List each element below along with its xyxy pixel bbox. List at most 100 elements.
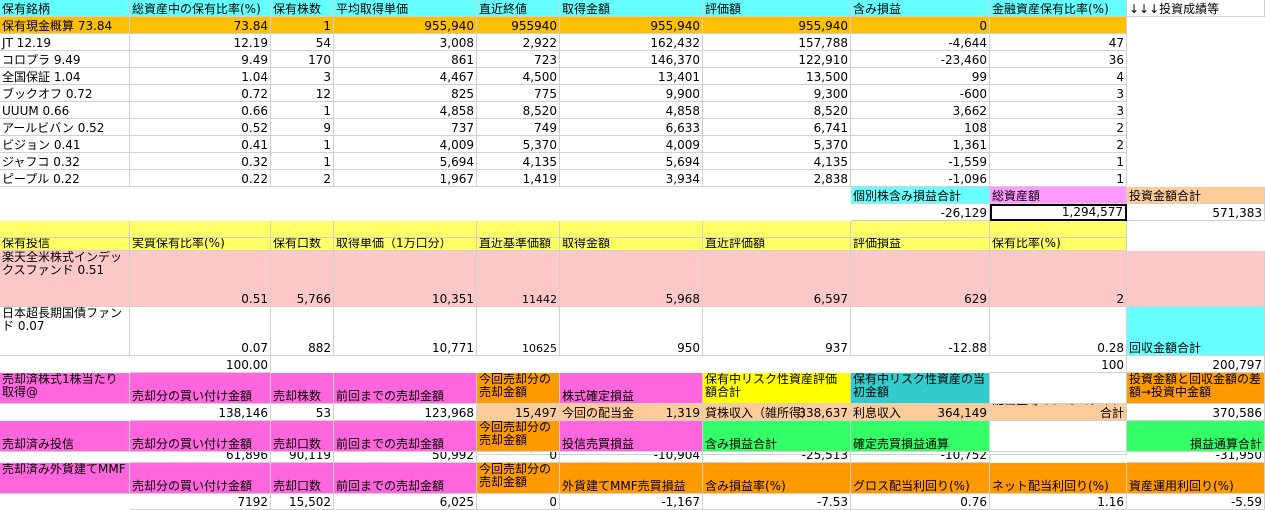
cell[interactable]: 前回までの売却金額 <box>334 373 477 404</box>
cell[interactable]: -600 <box>851 85 990 102</box>
cell[interactable]: 保有中リスク性資産評価額合計 <box>703 373 851 404</box>
cell[interactable] <box>271 221 334 238</box>
cell[interactable]: -26,129 <box>851 204 990 221</box>
cell[interactable]: 99 <box>851 68 990 85</box>
cell[interactable]: 保有銘柄 <box>0 0 130 17</box>
cell[interactable]: 0.52 <box>130 119 271 136</box>
cell[interactable]: 1 <box>271 102 334 119</box>
cell[interactable]: ジャフコ 0.32 <box>0 153 130 170</box>
cell[interactable]: 株式確定損益 <box>560 373 703 404</box>
cell[interactable]: -7.53 <box>703 494 851 510</box>
cell[interactable]: 53 <box>271 404 334 421</box>
cell[interactable]: 50,992 <box>334 452 477 463</box>
cell[interactable]: 5,694 <box>560 153 703 170</box>
cell[interactable]: 4,858 <box>560 102 703 119</box>
cell[interactable]: 0.72 <box>130 85 271 102</box>
cell[interactable]: 楽天全米株式インデックスファンド 0.51 <box>0 251 130 307</box>
cell[interactable]: 0.22 <box>130 170 271 187</box>
cell[interactable]: 1 <box>271 136 334 153</box>
cell[interactable]: 平均取得単価 <box>334 0 477 17</box>
cell[interactable]: 13,401 <box>560 68 703 85</box>
cell[interactable]: 0.07 <box>130 307 271 356</box>
cell[interactable]: 2 <box>990 136 1127 153</box>
cell[interactable]: 投信売買損益 <box>560 421 703 452</box>
cell[interactable]: 370,586 <box>1127 404 1265 421</box>
cell[interactable]: 前回までの売却金額 <box>334 421 477 452</box>
cell[interactable]: 146,370 <box>560 51 703 68</box>
cell[interactable]: 売却分の買い付け金額 <box>130 463 271 494</box>
cell[interactable]: 総資産額 <box>990 187 1127 204</box>
cell[interactable]: 実質保有比率(%) <box>130 238 271 251</box>
cell[interactable]: 170 <box>271 51 334 68</box>
cell[interactable]: 取得金額 <box>560 0 703 17</box>
cell[interactable]: -1,096 <box>851 170 990 187</box>
cell[interactable]: 723 <box>477 51 560 68</box>
cell[interactable]: 売却分の買い付け金額 <box>130 421 271 452</box>
cell[interactable]: 保有株数 <box>271 0 334 17</box>
cell[interactable]: 6,597 <box>703 251 851 307</box>
cell[interactable]: 5,370 <box>477 136 560 153</box>
cell[interactable]: 5,968 <box>560 251 703 307</box>
cell[interactable]: -1,167 <box>560 494 703 510</box>
cell[interactable]: 73.84 <box>130 17 271 34</box>
cell[interactable]: -12.88 <box>851 307 990 356</box>
cell[interactable]: ビジョン 0.41 <box>0 136 130 153</box>
cell[interactable]: 6,025 <box>334 494 477 510</box>
cell[interactable]: 2 <box>990 251 1127 307</box>
cell[interactable]: 1,294,577 <box>990 204 1127 221</box>
cell[interactable]: -5.59 <box>1127 494 1265 510</box>
cell[interactable]: 保有現金概算 73.84 <box>0 17 130 34</box>
cell[interactable]: 9,300 <box>703 85 851 102</box>
cell[interactable]: -31,950 <box>1127 452 1265 463</box>
cell[interactable]: 売却口数 <box>271 463 334 494</box>
cell[interactable]: 0.76 <box>851 494 990 510</box>
cell[interactable]: 8,520 <box>477 102 560 119</box>
cell[interactable]: 4 <box>990 68 1127 85</box>
cell[interactable]: 0 <box>477 494 560 510</box>
cell[interactable]: 4,858 <box>334 102 477 119</box>
cell[interactable]: 4,467 <box>334 68 477 85</box>
cell[interactable]: 90,119 <box>271 452 334 463</box>
cell[interactable]: 4,135 <box>703 153 851 170</box>
cell[interactable]: 100 <box>990 356 1127 373</box>
cell[interactable]: 3,934 <box>560 170 703 187</box>
cell[interactable]: 投資金額と回収金額の差額→投資中金額 <box>1127 373 1265 404</box>
cell[interactable]: -10,904 <box>560 452 703 463</box>
cell[interactable]: 0.41 <box>130 136 271 153</box>
cell[interactable]: 15,497 <box>477 404 560 421</box>
cell[interactable]: -1,559 <box>851 153 990 170</box>
cell[interactable] <box>477 221 560 238</box>
cell[interactable]: 8,520 <box>703 102 851 119</box>
cell[interactable]: 364,149 <box>851 404 990 421</box>
cell[interactable]: 825 <box>334 85 477 102</box>
cell[interactable]: 955,940 <box>334 17 477 34</box>
cell[interactable]: 937 <box>703 307 851 356</box>
cell[interactable]: 1,967 <box>334 170 477 187</box>
cell[interactable]: 5,694 <box>334 153 477 170</box>
cell[interactable]: 100.00 <box>130 356 271 373</box>
cell[interactable]: 3 <box>271 68 334 85</box>
cell[interactable]: 保有投信 <box>0 238 130 251</box>
cell[interactable]: 338,637 <box>703 404 851 421</box>
cell[interactable]: -10,752 <box>851 452 990 463</box>
cell[interactable]: 回収金額合計 <box>1127 307 1265 356</box>
cell[interactable]: 955940 <box>477 17 560 34</box>
cell[interactable]: 950 <box>560 307 703 356</box>
cell[interactable]: 1,319 <box>560 404 703 421</box>
cell[interactable]: グロス配当利回り(%) <box>851 463 990 494</box>
cell[interactable]: 4,135 <box>477 153 560 170</box>
cell[interactable]: 9.49 <box>130 51 271 68</box>
cell[interactable]: 含み損益 <box>851 0 990 17</box>
cell[interactable]: 確定売買損益通算 <box>851 421 990 452</box>
cell[interactable]: -25,513 <box>703 452 851 463</box>
cell[interactable]: 含み損益率(%) <box>703 463 851 494</box>
cell[interactable]: -23,460 <box>851 51 990 68</box>
cell[interactable]: 1 <box>990 153 1127 170</box>
cell[interactable]: 571,383 <box>1127 204 1265 221</box>
cell[interactable]: 2,838 <box>703 170 851 187</box>
cell[interactable] <box>560 221 703 238</box>
cell[interactable]: アールビバン 0.52 <box>0 119 130 136</box>
cell[interactable]: 737 <box>334 119 477 136</box>
cell[interactable] <box>990 373 1127 404</box>
cell[interactable]: 損益通算合計 <box>1127 421 1265 452</box>
